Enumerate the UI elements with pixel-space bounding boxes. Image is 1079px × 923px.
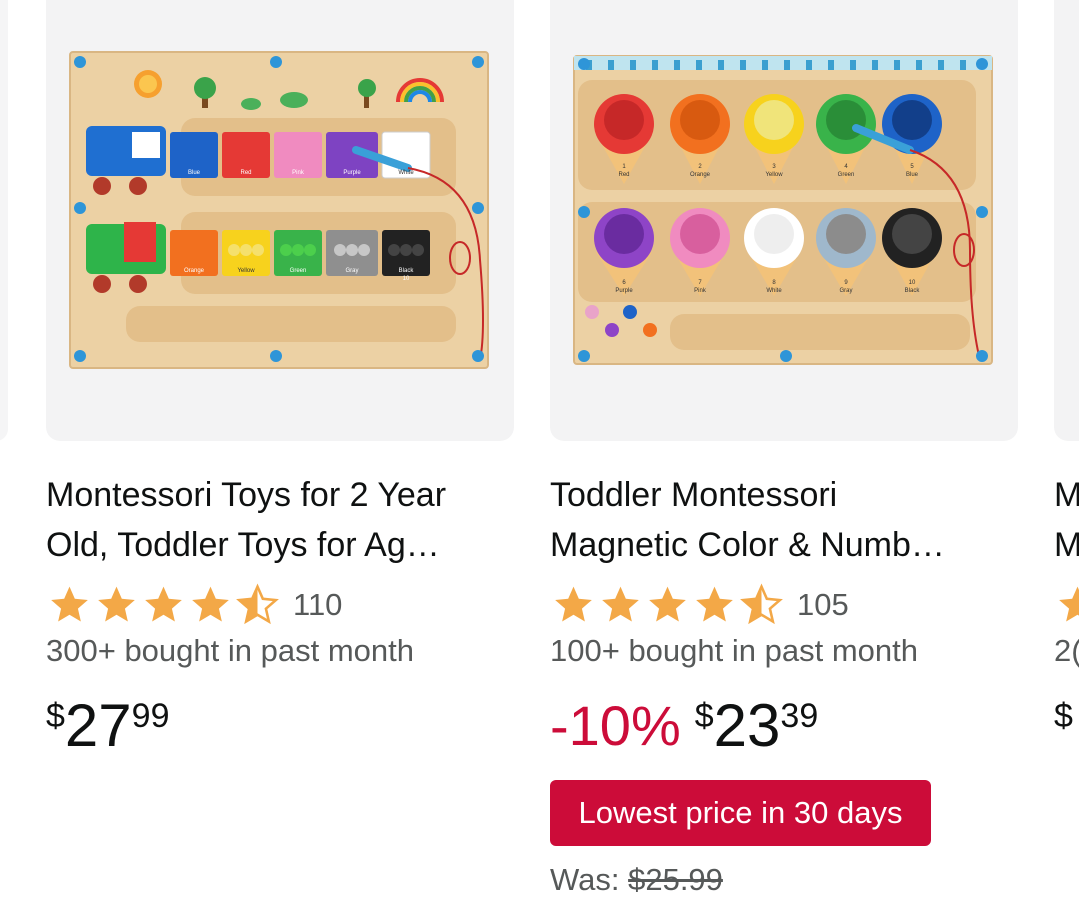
price-row[interactable]: -10% $ 23 39 [550,686,818,766]
image-label: White [398,170,414,176]
ice-cream-maze-board-image: 1 Red 2 Orange 3 Yellow 4 Green 5 Blue 6… [573,55,993,365]
image-label: Yellow [765,172,783,178]
price: $ 23 39 [695,686,819,766]
star-full-icon [98,586,135,622]
rating-row[interactable]: 110 [46,580,342,630]
image-label: Green [290,268,307,274]
product-image[interactable]: 1 Red 2 Orange 3 Yellow 4 Green 5 Blue 6… [550,0,1018,441]
image-label: Black [905,288,921,294]
review-count[interactable]: 110 [293,587,342,623]
image-label: Red [618,172,629,178]
product-title-line: Montessori Toys for 2 Year [46,476,447,514]
image-label: 10 [909,280,916,286]
lowest-price-badge: Lowest price in 30 days [550,780,931,846]
image-label: White [766,288,782,294]
star-half-icon [740,583,783,625]
product-card-3[interactable]: M M 2( $ [1054,0,1079,735]
product-title-line: Old, Toddler Toys for Ag… [46,526,440,564]
bought-in-past-month: 2( [1054,633,1079,668]
star-full-icon [145,586,182,622]
image-label: Orange [690,172,711,178]
price-whole: 27 [64,692,132,759]
bought-in-past-month: 100+ bought in past month [550,633,918,668]
product-title-line: M [1054,470,1079,520]
product-title-line: Toddler Montessori [550,476,838,514]
price-row[interactable]: $ 27 99 [46,686,170,766]
price-fraction: 39 [780,697,819,735]
image-label: Blue [906,172,919,178]
product-image[interactable] [1054,0,1079,441]
price-row[interactable]: $ [1054,686,1073,736]
image-label: Gray [345,268,358,274]
price-symbol: $ [1054,697,1073,735]
was-price-row: Was: $25.99 [550,862,723,898]
image-label: Gray [839,288,852,294]
star-full-icon [555,586,592,622]
discount-percent: -10% [550,694,681,757]
image-label: Purple [615,288,633,294]
train-maze-board-image: Blue Red Pink Purple White Orange Yellow… [69,51,489,369]
product-title-link[interactable]: M M [1054,470,1079,570]
image-label: Yellow [237,268,255,274]
image-label: Black [399,268,415,274]
price: $ [1054,686,1073,736]
star-full-icon [192,586,229,622]
image-label: Green [838,172,855,178]
product-card-2[interactable]: 1 Red 2 Orange 3 Yellow 4 Green 5 Blue 6… [550,0,1018,897]
was-price: $25.99 [628,862,723,897]
image-label: Blue [188,170,201,176]
image-label: Red [240,170,251,176]
was-label: Was: [550,862,620,897]
product-title-link[interactable]: Montessori Toys for 2 Year Old, Toddler … [46,470,516,570]
image-label: Pink [694,288,707,294]
review-count[interactable]: 105 [797,587,849,623]
product-title-link[interactable]: Toddler Montessori Magnetic Color & Numb… [550,470,1020,570]
star-half-icon [236,583,279,625]
price-fraction: 99 [131,697,170,735]
star-full-icon [696,586,733,622]
star-rating [1054,583,1079,627]
star-full-icon [1059,586,1079,622]
product-title-line: M [1054,520,1079,570]
star-rating [550,583,785,627]
product-card-1[interactable]: Blue Red Pink Purple White Orange Yellow… [46,0,514,759]
product-image[interactable]: Blue Red Pink Purple White Orange Yellow… [46,0,514,441]
product-title-line: Magnetic Color & Numb… [550,526,945,564]
star-full-icon [51,586,88,622]
image-label: Orange [184,268,205,274]
image-label: Purple [343,170,361,176]
bought-in-past-month: 300+ bought in past month [46,633,414,668]
price-symbol: $ [694,697,714,735]
previous-card-edge [0,0,8,441]
star-rating [46,583,281,627]
price: $ 27 99 [46,686,170,766]
star-full-icon [602,586,639,622]
price-whole: 23 [713,692,781,759]
rating-row[interactable] [1054,580,1079,630]
star-full-icon [649,586,686,622]
rating-row[interactable]: 105 [550,580,849,630]
image-label: 10 [403,276,410,282]
image-label: Pink [292,170,305,176]
price-symbol: $ [46,697,65,735]
